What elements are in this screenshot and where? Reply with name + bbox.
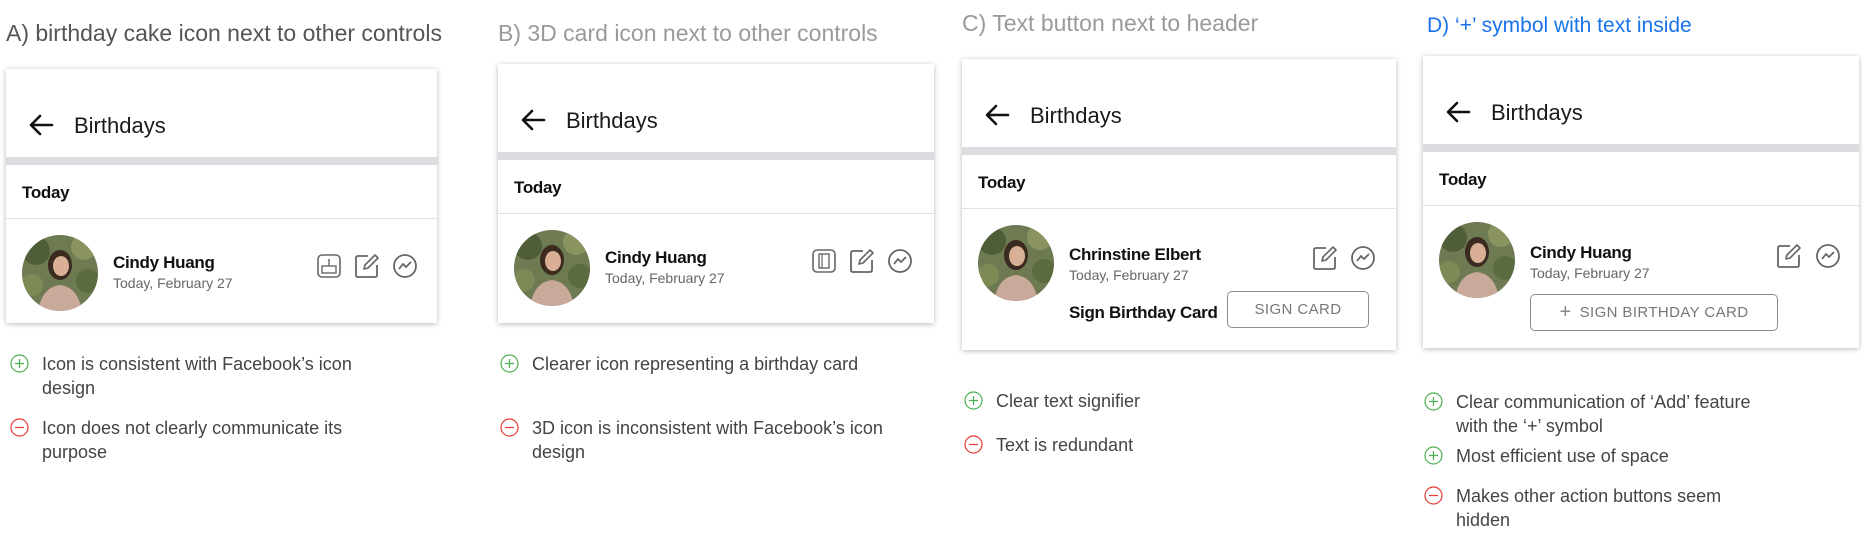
divider [962,147,1396,155]
avatar[interactable] [978,225,1054,301]
edit-icon[interactable] [354,253,380,279]
messenger-icon[interactable] [887,248,913,274]
header-title: Birthdays [1030,103,1122,128]
header: Birthdays [1423,56,1859,148]
plus-circle-icon [1424,392,1443,411]
note-line: Icon is consistent with Facebook’s icon [42,354,352,374]
person-date: Today, February 27 [1530,265,1650,281]
person-date: Today, February 27 [605,270,725,286]
panel-title: C) Text button next to header [962,10,1259,36]
divider [498,152,934,160]
phone-card: Birthdays Today Cindy Huang Today, Febru… [498,64,934,323]
note-line: hidden [1456,510,1511,530]
minus-circle-icon [1424,486,1443,505]
separator [6,218,437,219]
avatar[interactable] [514,230,590,306]
note-line: Most efficient use of space [1456,446,1669,466]
edit-icon[interactable] [1312,245,1338,271]
plus-circle-icon [500,354,519,373]
separator [1423,205,1859,206]
separator [962,208,1396,209]
phone-card: Birthdays Today Cindy Huang Today, Febru… [6,69,437,323]
panel-title: B) 3D card icon next to other controls [498,20,878,46]
note-line: Clear communication of ‘Add’ feature [1456,392,1751,412]
note-line: Clear text signifier [996,391,1141,411]
plus-circle-icon [1424,446,1443,465]
messenger-icon[interactable] [1815,243,1841,269]
messenger-icon[interactable] [392,253,418,279]
avatar[interactable] [1439,222,1515,298]
header-title: Birthdays [1491,100,1583,125]
header: Birthdays [962,59,1396,151]
sign-birthday-card-label: Sign Birthday Card [1069,303,1218,322]
avatar[interactable] [22,235,98,311]
person-name: Cindy Huang [1530,243,1632,262]
separator [498,213,934,214]
birthday-cake-icon[interactable] [316,253,342,279]
edit-icon[interactable] [849,248,875,274]
minus-circle-icon [964,435,983,454]
note-line: Icon does not clearly communicate its [42,418,343,438]
note-line: Makes other action buttons seem [1456,486,1722,506]
header-title: Birthdays [74,113,166,138]
back-arrow-icon[interactable] [1445,100,1471,124]
person-name: Chrinstine Elbert [1069,245,1201,264]
header: Birthdays [6,69,437,161]
sign-card-button[interactable]: SIGN CARD [1227,291,1369,328]
note-line: Clearer icon representing a birthday car… [532,354,859,374]
person-date: Today, February 27 [113,275,233,291]
panel-title: A) birthday cake icon next to other cont… [6,20,442,46]
note-line: 3D icon is inconsistent with Facebook’s … [532,418,883,438]
button-label: SIGN BIRTHDAY CARD [1579,304,1749,321]
divider [1423,144,1859,152]
person-date: Today, February 27 [1069,267,1189,283]
back-arrow-icon[interactable] [520,108,546,132]
phone-card: Birthdays Today Cindy Huang Today, Febru… [1423,56,1859,348]
phone-card: Birthdays Today Chrinstine Elbert Today,… [962,59,1396,350]
section-label: Today [978,173,1026,192]
divider [6,157,437,165]
header: Birthdays [498,64,934,156]
note-line: purpose [42,442,108,462]
plus-icon: + [1559,301,1572,323]
back-arrow-icon[interactable] [28,113,54,137]
edit-icon[interactable] [1776,243,1802,269]
note-line: design [42,378,96,398]
plus-circle-icon [964,391,983,410]
section-label: Today [1439,170,1487,189]
person-name: Cindy Huang [605,248,707,267]
note-line: with the ‘+’ symbol [1456,416,1603,436]
note-line: design [532,442,586,462]
messenger-icon[interactable] [1350,245,1376,271]
back-arrow-icon[interactable] [984,103,1010,127]
section-label: Today [22,183,70,202]
note-line: Text is redundant [996,435,1134,455]
header-title: Birthdays [566,108,658,133]
plus-circle-icon [10,354,29,373]
sign-birthday-card-button[interactable]: + SIGN BIRTHDAY CARD [1530,294,1778,331]
panel-title: D) ‘+’ symbol with text inside [1427,14,1692,37]
minus-circle-icon [500,418,519,437]
3d-card-icon[interactable] [811,248,837,274]
person-name: Cindy Huang [113,253,215,272]
minus-circle-icon [10,418,29,437]
section-label: Today [514,178,562,197]
